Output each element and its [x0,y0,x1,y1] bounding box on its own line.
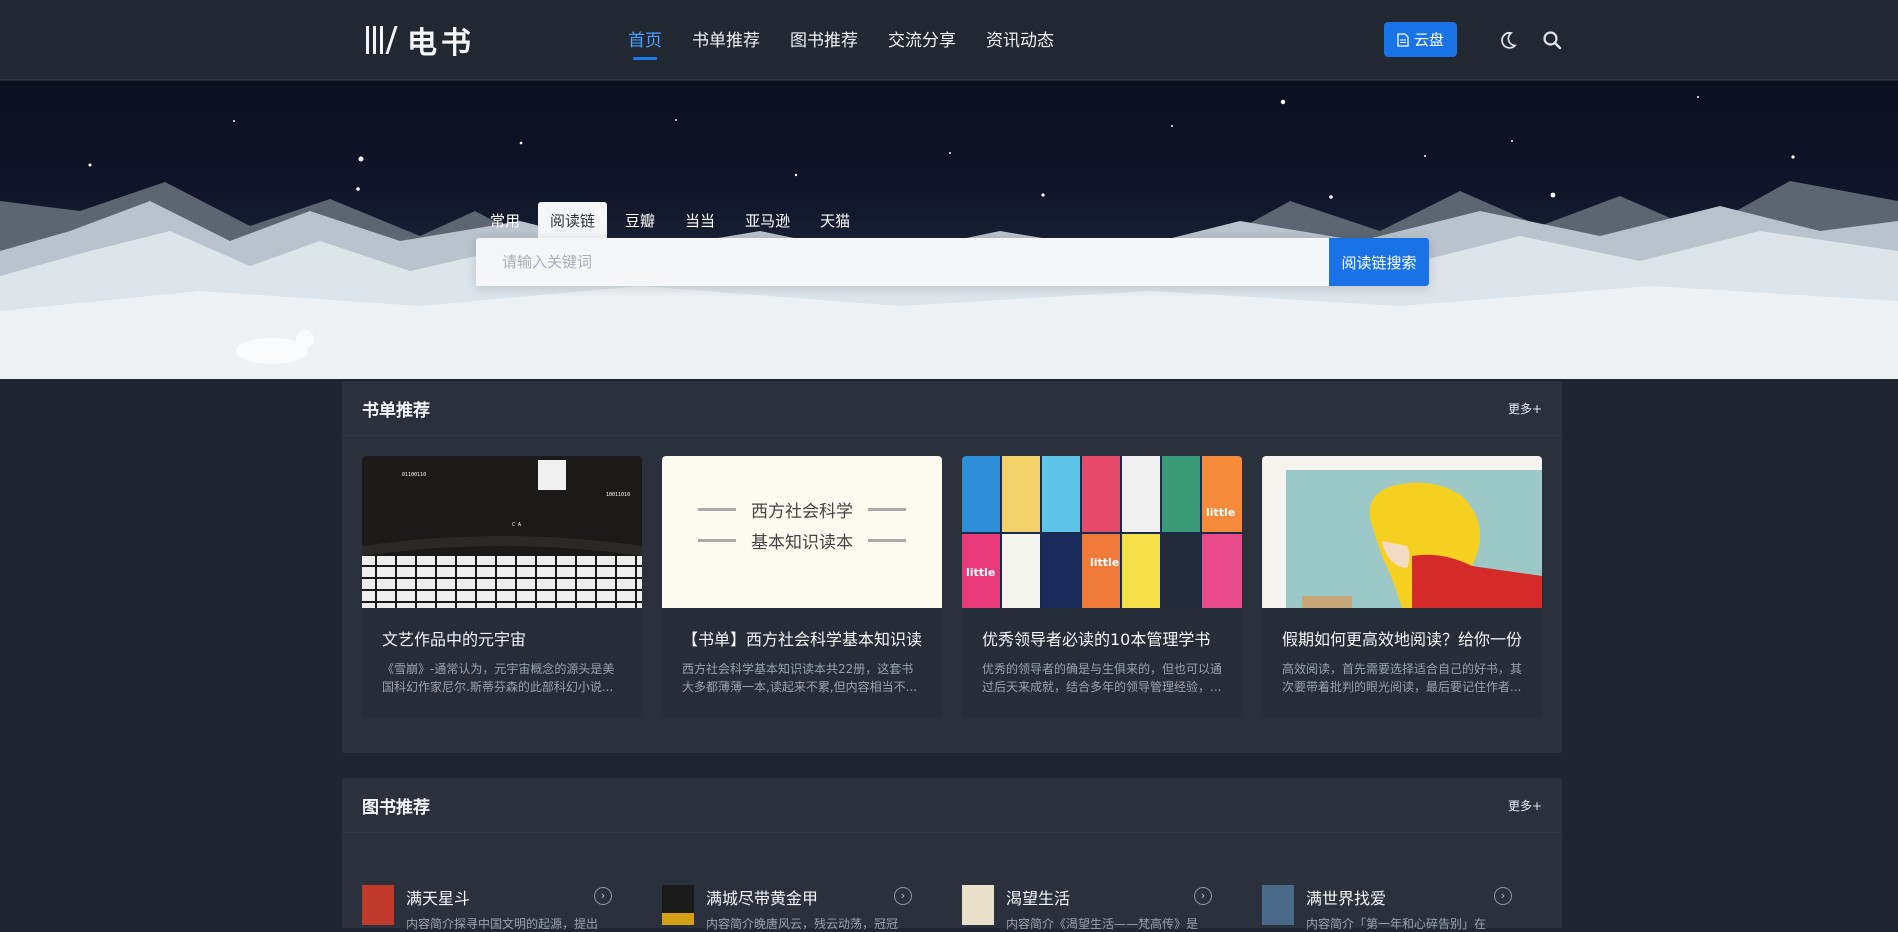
snowy-mountains-night-illustration [0,96,1898,379]
search-input[interactable] [476,238,1329,286]
svg-text:little: little [1090,556,1119,569]
more-link[interactable]: 更多+ [1508,400,1542,417]
booklist-section: 书单推荐 更多+ 01100110 10011010 C A 文艺作品中的元宇宙… [342,381,1562,753]
svg-text:10011010: 10011010 [606,492,630,498]
card-cover-image: 西方社会科学 基本知识读本 [662,456,942,608]
book-recommend-section: 图书推荐 更多+ 满天星斗 › 内容简介探寻中国文明的起源，提出 满城尽带黄金甲… [342,778,1562,931]
nav-home[interactable]: 首页 [628,0,662,80]
search-source-tabs: 常用 阅读链 豆瓣 当当 亚马逊 天猫 [478,202,868,238]
chevron-right-icon[interactable]: › [1494,887,1512,905]
chevron-right-icon[interactable]: › [1194,887,1212,905]
nav-news[interactable]: 资讯动态 [986,0,1054,80]
svg-text:little: little [1206,506,1235,519]
card-cover-image [1262,456,1542,608]
card-title: 文艺作品中的元宇宙 [382,630,527,649]
cloud-drive-button[interactable]: 云盘 [1384,22,1457,57]
book-title: 满世界找爱 [1306,889,1387,908]
cloud-drive-label: 云盘 [1413,31,1444,49]
card-description: 西方社会科学基本知识读本共22册，这套书大多都薄薄一本,读起来不累,但内容相当不… [682,662,918,694]
svg-text:C A: C A [512,522,521,528]
section-header: 书单推荐 更多+ [342,381,1562,436]
card-description: 高效阅读，首先需要选择适合自己的好书，其次要带着批判的眼光阅读，最后要记住作者.… [1282,662,1522,694]
top-navbar: 电书 首页 书单推荐 图书推荐 交流分享 资讯动态 云盘 [0,0,1898,80]
logo-books-icon [366,26,398,54]
book-title: 满天星斗 [406,889,471,908]
book-description: 内容简介《渴望生活——梵高传》是 [1006,917,1199,931]
more-link[interactable]: 更多+ [1508,797,1542,814]
logo-text: 电书 [407,26,475,61]
hero-banner: 常用 阅读链 豆瓣 当当 亚马逊 天猫 阅读链搜索 [0,81,1898,379]
nav-booklists[interactable]: 书单推荐 [692,0,760,80]
book-cover-thumbnail [1262,885,1294,925]
tab-common[interactable]: 常用 [478,202,532,238]
book-cover-thumbnail [962,885,994,925]
search-submit-button[interactable]: 阅读链搜索 [1329,238,1429,286]
nav-book-recommend[interactable]: 图书推荐 [790,0,858,80]
booklist-card[interactable]: little little little 优秀领导者必读的10本管理学书 优秀的领导… [962,456,1242,718]
book-item[interactable]: 满世界找爱 › 内容简介「第一年和心碎告别」在 [1242,885,1522,931]
tab-yueduliant[interactable]: 阅读链 [538,202,608,238]
section-title: 书单推荐 [362,400,430,421]
dark-mode-moon-icon[interactable] [1496,28,1520,52]
card-cover-image: 01100110 10011010 C A [362,456,642,608]
search-bar: 阅读链搜索 [476,238,1429,286]
tab-dangdang[interactable]: 当当 [673,202,727,238]
card-description: 优秀的领导者的确是与生俱来的，但也可以通过后天来成就，结合多年的领导管理经验，.… [982,662,1222,694]
book-description: 内容简介晚唐风云，残云动荡，冠冠 [706,917,899,931]
cover-text-line2: 基本知识读本 [751,533,853,553]
section-title: 图书推荐 [362,797,430,818]
card-description: 《雪崩》-通常认为，元宇宙概念的源头是美国科幻作家尼尔.斯蒂芬森的此部科幻小说.… [382,662,615,694]
book-title: 渴望生活 [1006,889,1071,908]
tab-tmall[interactable]: 天猫 [808,202,862,238]
cover-text-line1: 西方社会科学 [751,502,853,522]
book-cover-thumbnail [662,885,694,925]
svg-text:little: little [966,566,995,579]
booklist-card[interactable]: 西方社会科学 基本知识读本 【书单】西方社会科学基本知识读 西方社会科学基本知识… [662,456,942,718]
book-item[interactable]: 满城尽带黄金甲 › 内容简介晚唐风云，残云动荡，冠冠 [642,885,922,931]
book-cover-thumbnail [362,885,394,925]
site-logo[interactable]: 电书 [366,22,475,61]
tab-douban[interactable]: 豆瓣 [613,202,667,238]
search-icon[interactable] [1540,28,1564,52]
nav-community[interactable]: 交流分享 [888,0,956,80]
chevron-right-icon[interactable]: › [894,887,912,905]
card-cover-image: little little little [962,456,1242,608]
booklist-card[interactable]: 01100110 10011010 C A 文艺作品中的元宇宙 《雪崩》-通常认为，… [362,456,642,718]
book-item[interactable]: 满天星斗 › 内容简介探寻中国文明的起源，提出 [342,885,622,931]
tab-amazon[interactable]: 亚马逊 [733,202,802,238]
card-title: 假期如何更高效地阅读？给你一份 [1282,630,1522,649]
booklist-card[interactable]: 假期如何更高效地阅读？给你一份 高效阅读，首先需要选择适合自己的好书，其次要带着… [1262,456,1542,718]
main-nav: 首页 书单推荐 图书推荐 交流分享 资讯动态 [628,0,1054,80]
book-description: 内容简介探寻中国文明的起源，提出 [406,917,599,931]
svg-text:01100110: 01100110 [402,472,426,478]
book-title: 满城尽带黄金甲 [706,889,819,908]
card-title: 优秀领导者必读的10本管理学书 [982,630,1211,649]
section-header: 图书推荐 更多+ [342,778,1562,833]
chevron-right-icon[interactable]: › [594,887,612,905]
book-description: 内容简介「第一年和心碎告别」在 [1306,917,1487,931]
card-title: 【书单】西方社会科学基本知识读 [682,630,922,649]
book-item[interactable]: 渴望生活 › 内容简介《渴望生活——梵高传》是 [942,885,1222,931]
document-icon [1397,32,1409,47]
